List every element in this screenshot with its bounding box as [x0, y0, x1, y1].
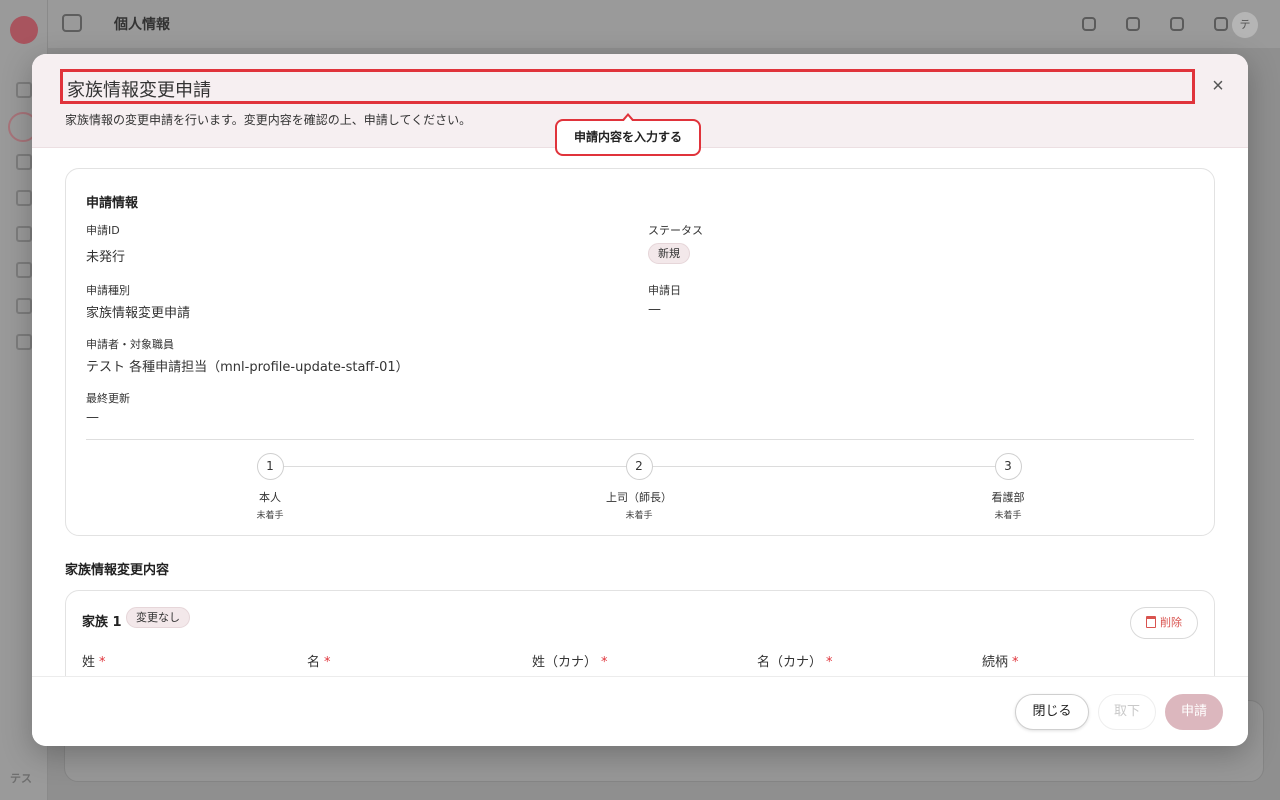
- required-mark: *: [99, 655, 106, 670]
- field-label: 名: [307, 655, 321, 670]
- calendar-header-icon[interactable]: [1118, 12, 1148, 36]
- application-type-value: 家族情報変更申請: [86, 306, 191, 321]
- close-button[interactable]: 閉じる: [1015, 694, 1089, 730]
- delete-label: 削除: [1160, 617, 1182, 629]
- guide-tooltip: 申請内容を入力する: [555, 113, 701, 156]
- close-icon[interactable]: ×: [1206, 74, 1230, 98]
- step-name: 看護部: [991, 491, 1025, 504]
- trash-icon: [1146, 616, 1156, 628]
- page-title: 個人情報: [114, 17, 170, 33]
- list-icon[interactable]: [16, 226, 32, 242]
- step-status: 未着手: [994, 511, 1022, 521]
- step-number: 3: [994, 453, 1022, 480]
- document-icon[interactable]: [16, 298, 32, 314]
- sidebar-toggle-icon[interactable]: [62, 14, 82, 32]
- application-date-value: —: [648, 302, 661, 317]
- required-mark: *: [826, 655, 833, 670]
- field-label: 姓（カナ）: [532, 655, 598, 670]
- last-updated-value: —: [86, 410, 99, 425]
- user-icon[interactable]: [16, 262, 32, 278]
- step-status: 未着手: [625, 511, 653, 521]
- sidebar-user-initials[interactable]: テス: [10, 770, 32, 786]
- family-card: 家族 1 変更なし 削除 姓 * 名 * 姓（カナ） * 名（カナ） * 続柄 *: [65, 590, 1215, 676]
- dashboard-icon[interactable]: [16, 82, 32, 98]
- modal-description: 家族情報の変更申請を行います。変更内容を確認の上、申請してください。: [65, 113, 472, 127]
- required-mark: *: [324, 655, 331, 670]
- field-first-name-kana: 名（カナ） *: [757, 651, 833, 670]
- app-header: 個人情報 テ: [48, 0, 1280, 48]
- family-title: 家族 1: [82, 615, 122, 630]
- submit-button[interactable]: 申請: [1165, 694, 1223, 730]
- field-first-name: 名 *: [307, 651, 331, 670]
- field-relationship: 続柄 *: [982, 651, 1019, 670]
- required-mark: *: [1012, 655, 1019, 670]
- step-name: 本人: [259, 491, 281, 504]
- required-mark: *: [601, 655, 608, 670]
- application-info-title: 申請情報: [86, 196, 139, 211]
- application-id-label: 申請ID: [86, 224, 120, 237]
- step-status: 未着手: [256, 511, 284, 521]
- modal-title: 家族情報変更申請: [60, 69, 1195, 104]
- message-icon[interactable]: [1074, 12, 1104, 36]
- last-updated-label: 最終更新: [86, 392, 130, 405]
- family-change-modal: 家族情報変更申請 家族情報の変更申請を行います。変更内容を確認の上、申請してくだ…: [32, 54, 1248, 746]
- status-badge: 新規: [648, 243, 690, 264]
- approval-step-1: 1 本人 未着手: [210, 453, 330, 521]
- status-label: ステータス: [648, 224, 703, 237]
- step-number: 2: [625, 453, 653, 480]
- applicant-label: 申請者・対象職員: [86, 338, 174, 351]
- application-type-label: 申請種別: [86, 284, 130, 297]
- modal-body[interactable]: 申請情報 申請ID 未発行 ステータス 新規 申請種別 家族情報変更申請 申請日…: [32, 148, 1248, 676]
- family-change-badge: 変更なし: [126, 607, 190, 628]
- field-label: 続柄: [982, 655, 1009, 670]
- app-logo[interactable]: [10, 16, 38, 44]
- step-name: 上司（師長）: [606, 491, 672, 504]
- chat-icon[interactable]: [16, 190, 32, 206]
- step-number: 1: [256, 453, 284, 480]
- field-label: 名（カナ）: [757, 655, 823, 670]
- delete-button[interactable]: 削除: [1130, 607, 1198, 639]
- modal-footer: 閉じる 取下 申請: [32, 676, 1248, 746]
- application-date-label: 申請日: [648, 284, 681, 297]
- application-info-card: 申請情報 申請ID 未発行 ステータス 新規 申請種別 家族情報変更申請 申請日…: [65, 168, 1215, 536]
- field-label: 姓: [82, 655, 96, 670]
- calendar-icon[interactable]: [16, 154, 32, 170]
- section-divider: [86, 439, 1194, 440]
- family-change-title: 家族情報変更内容: [65, 563, 170, 578]
- field-last-name: 姓 *: [82, 651, 106, 670]
- avatar[interactable]: テ: [1232, 12, 1258, 38]
- application-id-value: 未発行: [86, 250, 126, 265]
- applicant-value: テスト 各種申請担当（mnl-profile-update-staff-01）: [86, 360, 409, 375]
- approval-step-3: 3 看護部 未着手: [948, 453, 1068, 521]
- field-last-name-kana: 姓（カナ） *: [532, 651, 608, 670]
- approval-step-2: 2 上司（師長） 未着手: [579, 453, 699, 521]
- check-icon[interactable]: [16, 334, 32, 350]
- withdraw-button[interactable]: 取下: [1098, 694, 1156, 730]
- bell-icon[interactable]: [1162, 12, 1192, 36]
